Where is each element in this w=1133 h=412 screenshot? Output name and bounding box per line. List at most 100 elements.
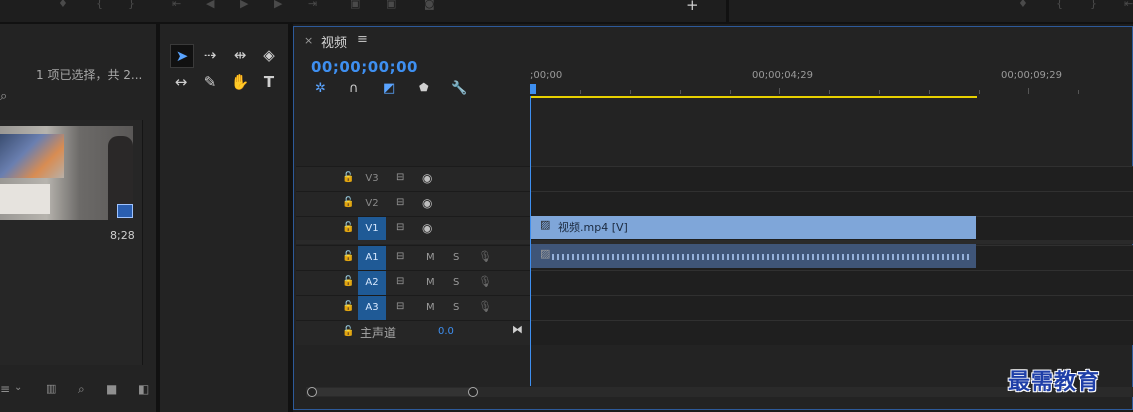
lock-icon[interactable]: 🔓 bbox=[342, 326, 354, 337]
lock-icon[interactable]: 🔓 bbox=[342, 251, 354, 262]
track-name[interactable]: V2 bbox=[358, 192, 386, 216]
mute-button[interactable]: M bbox=[426, 252, 435, 263]
track-name[interactable]: A3 bbox=[358, 296, 386, 320]
master-volume-value[interactable]: 0.0 bbox=[438, 326, 454, 337]
hand-icon[interactable]: ✋ bbox=[229, 71, 251, 93]
mute-button[interactable]: M bbox=[426, 302, 435, 313]
overwrite-icon[interactable]: ▣ bbox=[386, 0, 396, 9]
playhead-timecode[interactable]: 00;00;00;00 bbox=[311, 58, 418, 76]
mute-button[interactable]: M bbox=[426, 277, 435, 288]
marker-icon[interactable]: ♦ bbox=[58, 0, 68, 9]
track-lane-a3[interactable] bbox=[530, 295, 1133, 320]
sync-lock-icon[interactable]: ⊟ bbox=[396, 276, 404, 287]
ripple-edit-icon[interactable]: ⇹ bbox=[229, 44, 251, 66]
eye-icon[interactable]: ◉ bbox=[422, 221, 432, 235]
track-header-a1[interactable]: 🔓 A1 ⊟ M S 🎙 bbox=[296, 245, 530, 270]
lock-icon[interactable]: 🔓 bbox=[342, 301, 354, 312]
new-bin-icon[interactable]: ■ bbox=[106, 383, 117, 395]
clip-duration: 8;28 bbox=[110, 229, 135, 242]
playhead-handle[interactable] bbox=[530, 84, 536, 94]
track-name[interactable]: V1 bbox=[358, 217, 386, 241]
linked-selection-icon[interactable]: ◩ bbox=[383, 82, 395, 95]
program-in-icon[interactable]: { bbox=[1056, 0, 1063, 9]
solo-button[interactable]: S bbox=[453, 302, 459, 313]
sync-lock-icon[interactable]: ⊟ bbox=[396, 251, 404, 262]
track-header-master[interactable]: 🔓 ⧓ bbox=[296, 320, 530, 345]
sync-lock-icon[interactable]: ⊟ bbox=[396, 301, 404, 312]
lock-icon[interactable]: 🔓 bbox=[342, 276, 354, 287]
pen-icon[interactable]: ✎ bbox=[199, 71, 221, 93]
lock-icon[interactable]: 🔓 bbox=[342, 197, 354, 208]
program-out-icon[interactable]: } bbox=[1090, 0, 1097, 9]
in-point-icon[interactable]: { bbox=[96, 0, 103, 9]
step-forward-icon[interactable]: ▶ bbox=[274, 0, 282, 9]
master-track-label: 主声道 bbox=[360, 326, 397, 340]
track-lane-v2[interactable] bbox=[530, 191, 1133, 216]
lock-icon[interactable]: 🔓 bbox=[342, 222, 354, 233]
track-header-a3[interactable]: 🔓 A3 ⊟ M S 🎙 bbox=[296, 295, 530, 320]
sort-icon[interactable]: ≡ bbox=[0, 383, 10, 395]
audio-waveform bbox=[552, 254, 970, 260]
eye-icon[interactable]: ◉ bbox=[422, 196, 432, 210]
microphone-icon[interactable]: 🎙 bbox=[478, 250, 492, 263]
insert-icon[interactable]: ▣ bbox=[350, 0, 360, 9]
track-name[interactable]: V3 bbox=[358, 167, 386, 191]
solo-button[interactable]: S bbox=[453, 277, 459, 288]
fx-badge-icon: ▨ bbox=[540, 247, 551, 260]
sync-lock-icon[interactable]: ⊟ bbox=[396, 197, 404, 208]
new-item-icon[interactable]: ◧ bbox=[138, 383, 149, 395]
track-lane-v3[interactable] bbox=[530, 166, 1133, 191]
panel-menu-icon[interactable]: ≡ bbox=[357, 32, 368, 47]
type-icon[interactable]: T bbox=[258, 71, 280, 93]
playhead-line[interactable] bbox=[530, 96, 531, 386]
wrench-icon[interactable]: 🔧 bbox=[451, 82, 467, 95]
track-lane-a2[interactable] bbox=[530, 270, 1133, 295]
sync-lock-icon[interactable]: ⊟ bbox=[396, 172, 404, 183]
zoom-handle-right[interactable] bbox=[468, 387, 478, 397]
microphone-icon[interactable]: 🎙 bbox=[478, 275, 492, 288]
out-point-icon[interactable]: } bbox=[128, 0, 135, 9]
ruler-label-end: 00;00;09;29 bbox=[1001, 70, 1063, 81]
zoom-handle-left[interactable] bbox=[307, 387, 317, 397]
work-area-bar[interactable] bbox=[530, 96, 977, 98]
lock-icon[interactable]: 🔓 bbox=[342, 172, 354, 183]
find-icon[interactable]: ⌕ bbox=[78, 383, 85, 395]
play-icon[interactable]: ▶ bbox=[240, 0, 248, 9]
solo-button[interactable]: S bbox=[453, 252, 459, 263]
track-header-v2[interactable]: 🔓 V2 ⊟ ◉ bbox=[296, 191, 530, 216]
selection-tool-icon[interactable]: ➤ bbox=[170, 44, 194, 68]
clip-thumbnail[interactable] bbox=[0, 126, 133, 220]
program-goto-in-icon[interactable]: ⇤ bbox=[1124, 0, 1133, 9]
microphone-icon[interactable]: 🎙 bbox=[478, 300, 492, 313]
timeline-scroll-thumb[interactable] bbox=[312, 388, 473, 396]
track-lane-master[interactable] bbox=[530, 320, 1133, 345]
audio-clip[interactable] bbox=[530, 244, 976, 268]
go-to-in-icon[interactable]: ⇤ bbox=[172, 0, 181, 9]
close-tab-icon[interactable]: × bbox=[304, 34, 313, 47]
add-button-icon[interactable]: + bbox=[686, 0, 699, 13]
eye-icon[interactable]: ◉ bbox=[422, 171, 432, 185]
track-header-v3[interactable]: 🔓 V3 ⊟ ◉ bbox=[296, 166, 530, 191]
track-name[interactable]: A2 bbox=[358, 271, 386, 295]
master-expand-icon[interactable]: ⧓ bbox=[512, 324, 523, 335]
track-select-icon[interactable]: ⇢ bbox=[199, 44, 221, 66]
slip-icon[interactable]: ↔ bbox=[170, 71, 192, 93]
track-header-a2[interactable]: 🔓 A2 ⊟ M S 🎙 bbox=[296, 270, 530, 295]
snap-icon[interactable]: ∩ bbox=[349, 82, 359, 95]
export-frame-icon[interactable]: ◙ bbox=[424, 0, 435, 9]
time-ruler[interactable]: ;00;00 00;00;04;29 00;00;09;29 bbox=[530, 66, 1133, 100]
add-marker-icon[interactable]: ⬟ bbox=[419, 82, 429, 93]
nest-icon[interactable]: ✲ bbox=[315, 82, 326, 95]
track-header-v1[interactable]: 🔓 V1 ⊟ ◉ bbox=[296, 216, 530, 241]
fx-badge-icon: ▨ bbox=[540, 218, 551, 231]
program-marker-icon[interactable]: ♦ bbox=[1018, 0, 1028, 9]
track-name[interactable]: A1 bbox=[358, 246, 386, 270]
go-to-out-icon[interactable]: ⇥ bbox=[308, 0, 317, 9]
automate-to-sequence-icon[interactable]: ▥ bbox=[46, 383, 56, 394]
sequence-tab-title[interactable]: 视频 bbox=[321, 32, 347, 51]
sync-lock-icon[interactable]: ⊟ bbox=[396, 222, 404, 233]
search-icon[interactable]: ⌕ bbox=[0, 90, 7, 103]
chevron-down-icon[interactable]: ⌄ bbox=[14, 383, 22, 393]
razor-icon[interactable]: ◈ bbox=[258, 44, 280, 66]
step-back-icon[interactable]: ◀ bbox=[206, 0, 214, 9]
